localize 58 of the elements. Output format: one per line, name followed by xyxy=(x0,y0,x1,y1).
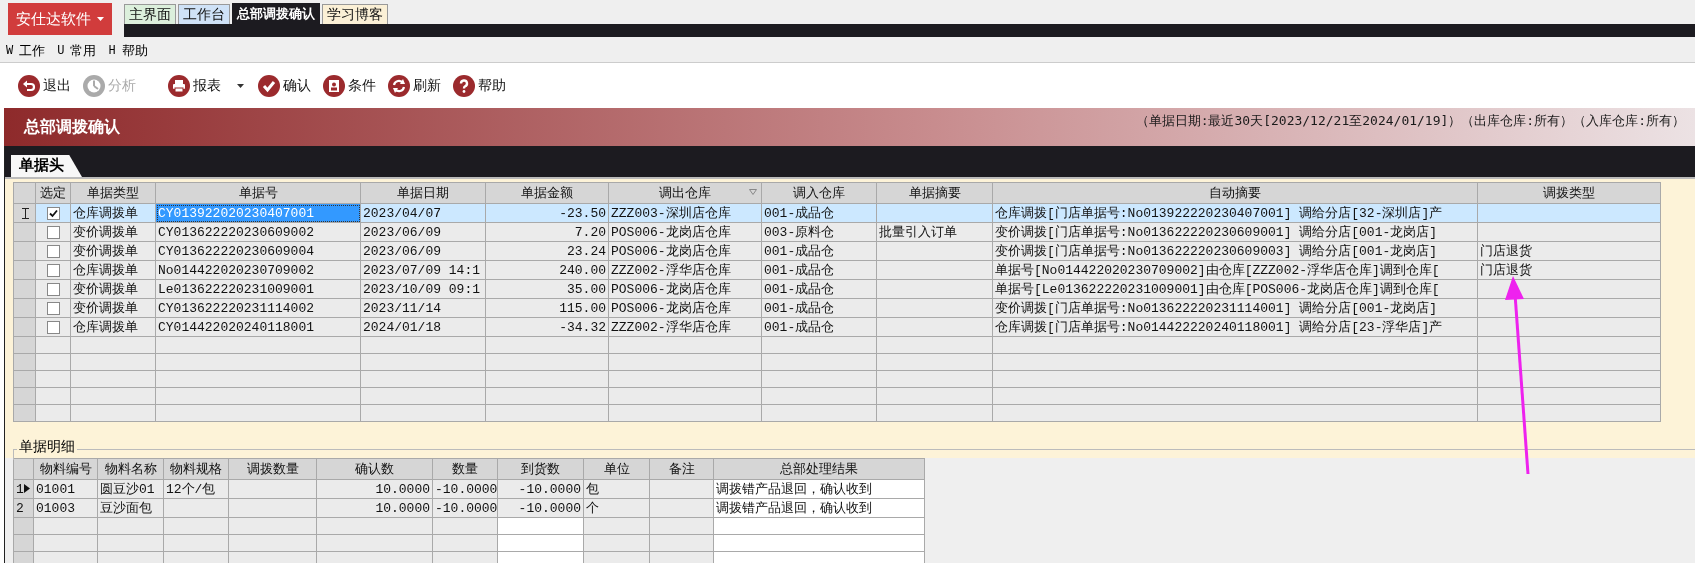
column-header[interactable]: 单位 xyxy=(583,458,650,480)
checkbox[interactable] xyxy=(46,301,60,315)
column-header[interactable]: 总部处理结果 xyxy=(713,458,925,480)
filter-icon[interactable] xyxy=(749,189,757,195)
menu-item[interactable]: H 帮助 xyxy=(108,42,148,60)
menu-item[interactable]: U 常用 xyxy=(57,42,97,60)
checkbox[interactable] xyxy=(46,206,60,220)
column-header[interactable]: 物料名称 xyxy=(97,458,164,480)
exit-icon xyxy=(18,74,40,97)
text-cursor-icon xyxy=(22,207,29,219)
toolbar-button[interactable]: 条件 xyxy=(319,70,380,101)
column-header[interactable]: 调拨类型 xyxy=(1477,182,1661,204)
contact-card-icon xyxy=(323,74,345,97)
checkbox[interactable] xyxy=(46,282,60,296)
toolbar-button[interactable]: 报表 xyxy=(164,70,225,101)
column-header[interactable]: 自动摘要 xyxy=(992,182,1478,204)
column-header[interactable]: 到货数 xyxy=(497,458,584,480)
toolbar-button[interactable]: 帮助 xyxy=(449,70,510,101)
refresh-icon xyxy=(388,74,410,97)
column-header[interactable]: 确认数 xyxy=(316,458,433,480)
tab[interactable]: 学习博客 xyxy=(322,4,388,24)
column-header[interactable]: 调入仓库 xyxy=(761,182,877,204)
group-title: 单据明细 xyxy=(17,438,77,456)
column-header[interactable]: 物料编号 xyxy=(33,458,98,480)
dropdown-caret-icon[interactable] xyxy=(237,83,244,88)
tab[interactable]: 工作台 xyxy=(178,4,230,24)
help-icon xyxy=(453,74,475,97)
column-header[interactable]: 备注 xyxy=(649,458,714,480)
caret-icon xyxy=(97,17,104,21)
printer-icon xyxy=(168,74,190,97)
row-number: 1 xyxy=(16,481,24,497)
column-header[interactable]: 调拨数量 xyxy=(228,458,317,480)
toolbar-button[interactable]: 刷新 xyxy=(384,70,445,101)
tab[interactable]: 总部调拨确认 xyxy=(232,3,320,24)
filter-summary: （单据日期:最近30天[2023/12/21至2024/01/19]）（出库仓库:所有）（入库仓库:所有） xyxy=(1135,112,1685,130)
column-header[interactable]: 单据日期 xyxy=(360,182,486,204)
row-number: 2 xyxy=(16,500,24,516)
toolbar-button[interactable]: 确认 xyxy=(254,70,315,101)
tab[interactable]: 主界面 xyxy=(124,4,176,24)
checkbox[interactable] xyxy=(46,225,60,239)
column-header[interactable]: 单据号 xyxy=(155,182,361,204)
page-title: 总部调拨确认 xyxy=(24,116,120,138)
column-header[interactable]: 物料规格 xyxy=(163,458,229,480)
column-header[interactable]: 单据类型 xyxy=(70,182,156,204)
section-tab[interactable]: 单据头 xyxy=(11,155,82,177)
column-header[interactable]: 调出仓库 xyxy=(608,182,762,204)
checkbox[interactable] xyxy=(46,320,60,334)
column-header[interactable]: 选定 xyxy=(35,182,71,204)
checkbox[interactable] xyxy=(46,263,60,277)
column-header[interactable]: 单据摘要 xyxy=(876,182,993,204)
column-header[interactable]: 数量 xyxy=(432,458,498,480)
check-icon xyxy=(258,74,280,97)
menu-item[interactable]: W 工作 xyxy=(6,42,46,60)
checkbox[interactable] xyxy=(46,244,60,258)
row-pointer-icon xyxy=(23,483,30,493)
app-menu-button[interactable]: 安仕达软件 xyxy=(8,3,112,35)
toolbar-button[interactable]: 退出 xyxy=(14,70,75,101)
column-header[interactable]: 单据金额 xyxy=(485,182,609,204)
